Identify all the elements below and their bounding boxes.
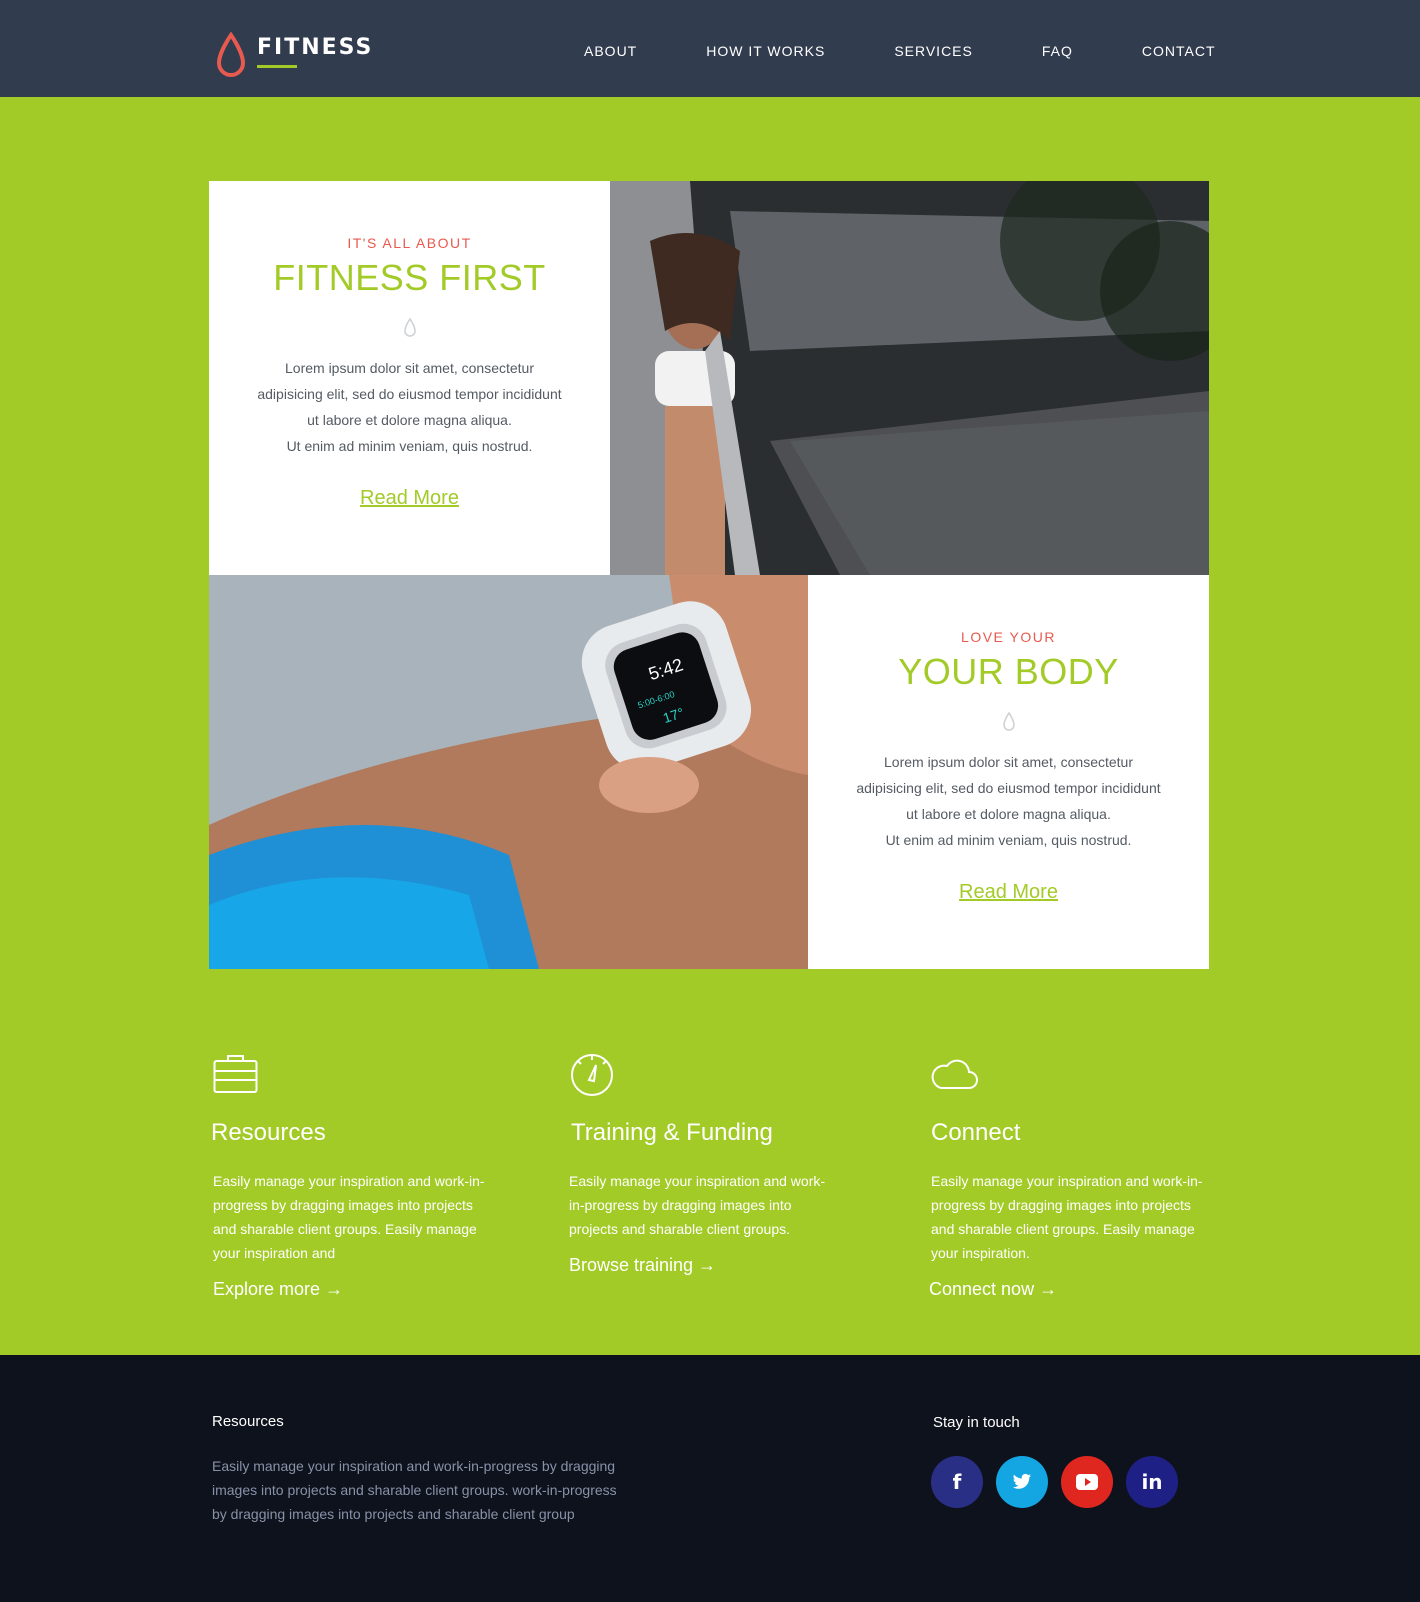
footer-text: Easily manage your inspiration and work-… — [212, 1458, 617, 1522]
connect-now-link[interactable]: Connect now → — [929, 1279, 1057, 1300]
logo-text: FITNESS — [257, 35, 374, 68]
feature-1-headline: FITNESS FIRST — [273, 257, 546, 298]
drop-icon — [1002, 711, 1015, 731]
smartwatch-photo: 5:42 5:00-6:00 17° — [209, 575, 808, 969]
feature-1-read-more-link[interactable]: Read More — [360, 487, 459, 510]
footer-title: Resources — [212, 1413, 284, 1430]
feature-2-line-4: Ut enim ad minim veniam, quis nostrud. — [885, 832, 1132, 848]
stopwatch-icon — [571, 1054, 613, 1096]
site-footer: Resources Easily manage your inspiration… — [0, 1355, 1420, 1602]
column-resources-title: Resources — [211, 1119, 326, 1146]
youtube-icon — [1076, 1474, 1098, 1490]
feature-1-line-2: adipisicing elit, sed do eiusmod tempor … — [257, 386, 562, 402]
main-nav: ABOUT HOW IT WORKS SERVICES FAQ CONTACT — [584, 43, 1216, 59]
column-resources-text: Easily manage your inspiration and work-… — [213, 1173, 485, 1261]
site-header: FITNESS ABOUT HOW IT WORKS SERVICES FAQ … — [0, 0, 1420, 97]
linkedin-icon: in — [1141, 1470, 1163, 1494]
logo-underline — [257, 65, 297, 68]
feature-2-line-2: adipisicing elit, sed do eiusmod tempor … — [856, 780, 1161, 796]
feature-1-kicker: IT'S ALL ABOUT — [347, 235, 472, 251]
social-links: f in — [931, 1456, 1191, 1508]
facebook-button[interactable]: f — [931, 1456, 983, 1508]
column-connect: Connect Easily manage your inspiration a… — [929, 1052, 1211, 1300]
logo[interactable]: FITNESS — [214, 32, 373, 80]
browse-training-link[interactable]: Browse training → — [569, 1255, 716, 1276]
feature-row-2: 5:42 5:00-6:00 17° LOVE YOUR YOUR BODY L… — [209, 575, 1209, 969]
nav-services[interactable]: SERVICES — [894, 43, 973, 59]
facebook-icon: f — [952, 1470, 962, 1494]
twitter-button[interactable] — [996, 1456, 1048, 1508]
nav-about[interactable]: ABOUT — [584, 43, 637, 59]
feature-1-line-1: Lorem ipsum dolor sit amet, consectetur — [285, 360, 534, 376]
feature-2-read-more-link[interactable]: Read More — [959, 881, 1058, 904]
column-connect-title: Connect — [931, 1119, 1021, 1146]
twitter-icon — [1012, 1473, 1032, 1489]
feature-1-line-3: ut labore et dolore magna aliqua. — [307, 412, 512, 428]
stay-in-touch-label: Stay in touch — [933, 1414, 1020, 1431]
youtube-button[interactable] — [1061, 1456, 1113, 1508]
briefcase-icon — [213, 1055, 258, 1093]
drop-logo-icon — [216, 32, 246, 77]
feature-1-body: Lorem ipsum dolor sit amet, consectetur … — [245, 355, 575, 459]
nav-faq[interactable]: FAQ — [1042, 43, 1073, 59]
cloud-icon — [931, 1059, 978, 1089]
feature-2-line-1: Lorem ipsum dolor sit amet, consectetur — [884, 754, 1133, 770]
smartwatch-illustration: 5:42 5:00-6:00 17° — [209, 575, 808, 969]
feature-2-line-3: ut labore et dolore magna aliqua. — [906, 806, 1111, 822]
feature-1-line-4: Ut enim ad minim veniam, quis nostrud. — [286, 438, 533, 454]
feature-2-headline: YOUR BODY — [898, 651, 1119, 692]
linkedin-button[interactable]: in — [1126, 1456, 1178, 1508]
column-training-text: Easily manage your inspiration and work-… — [569, 1173, 826, 1237]
column-training-title: Training & Funding — [571, 1119, 773, 1146]
feature-2-text: LOVE YOUR YOUR BODY Lorem ipsum dolor si… — [808, 575, 1209, 969]
column-training: Training & Funding Easily manage your in… — [569, 1052, 849, 1276]
nav-contact[interactable]: CONTACT — [1142, 43, 1216, 59]
column-resources: Resources Easily manage your inspiration… — [211, 1052, 493, 1300]
feature-2-kicker: LOVE YOUR — [961, 629, 1056, 645]
woman-stretching-illustration — [610, 181, 1209, 575]
explore-more-link[interactable]: Explore more → — [213, 1279, 343, 1300]
feature-blocks: IT'S ALL ABOUT FITNESS FIRST Lorem ipsum… — [209, 181, 1209, 969]
feature-1-text: IT'S ALL ABOUT FITNESS FIRST Lorem ipsum… — [209, 181, 610, 575]
feature-2-body: Lorem ipsum dolor sit amet, consectetur … — [844, 749, 1174, 853]
woman-stretching-photo — [610, 181, 1209, 575]
brand-name: FITNESS — [257, 35, 374, 60]
nav-how-it-works[interactable]: HOW IT WORKS — [706, 43, 825, 59]
feature-row-1: IT'S ALL ABOUT FITNESS FIRST Lorem ipsum… — [209, 181, 1209, 575]
drop-icon — [403, 317, 416, 337]
column-connect-text: Easily manage your inspiration and work-… — [931, 1173, 1203, 1261]
